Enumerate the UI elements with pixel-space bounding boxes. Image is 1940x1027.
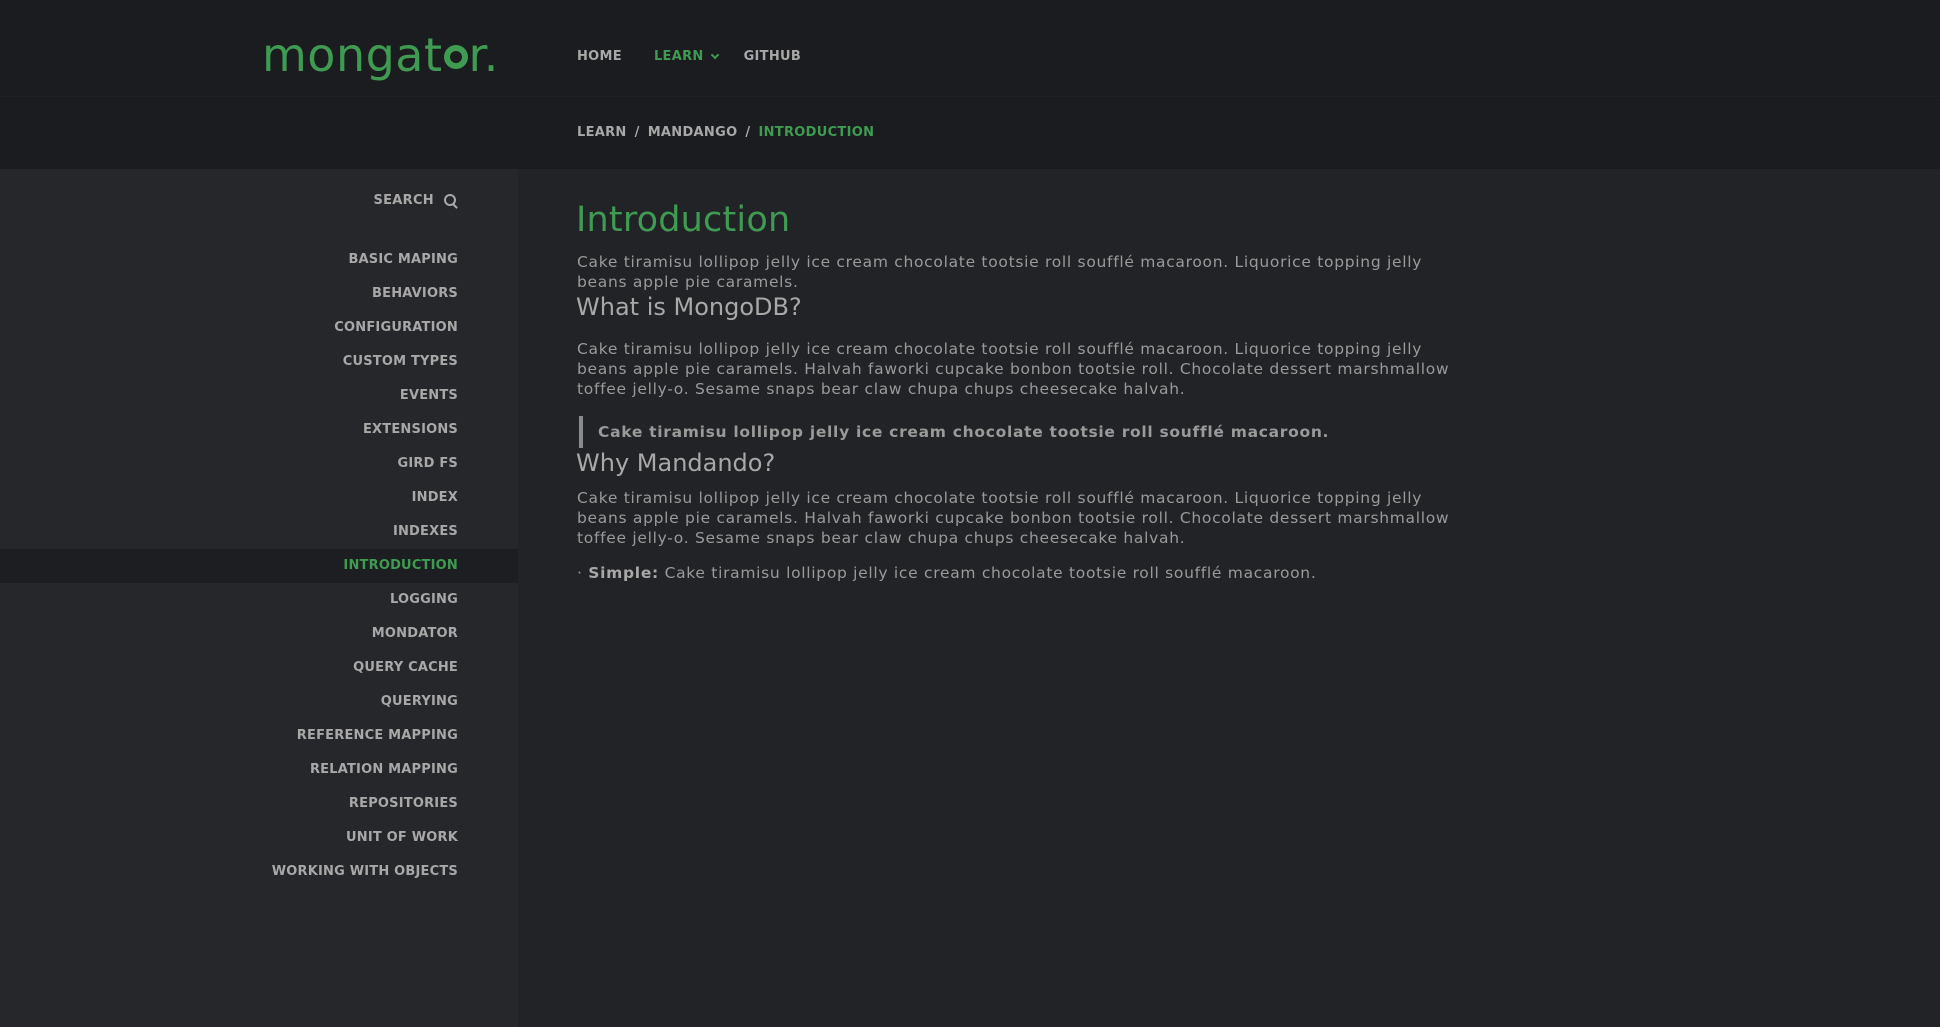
- mongator-logo[interactable]: mongat r.: [262, 30, 499, 80]
- sidebar-item-events[interactable]: EVENTS: [0, 379, 518, 413]
- nav-home[interactable]: HOME: [577, 49, 622, 64]
- logo-text-start: mongat: [262, 28, 443, 82]
- page-title: Introduction: [576, 200, 791, 240]
- sidebar-item-logging[interactable]: LOGGING: [0, 583, 518, 617]
- sidebar-item-introduction[interactable]: INTRODUCTION: [0, 549, 518, 583]
- section-heading-why-mandango: Why Mandando?: [576, 449, 776, 477]
- nav-github[interactable]: GITHUB: [744, 49, 802, 64]
- search-label: SEARCH: [373, 193, 434, 208]
- sidebar-item-querying[interactable]: QUERYING: [0, 685, 518, 719]
- bullet-marker: ·: [577, 564, 583, 582]
- sidebar-item-unit-of-work[interactable]: UNIT OF WORK: [0, 821, 518, 855]
- sidebar-item-extensions[interactable]: EXTENSIONS: [0, 413, 518, 447]
- sidebar-item-reference-mapping[interactable]: REFERENCE MAPPING: [0, 719, 518, 753]
- bullet-label: Simple:: [588, 564, 659, 582]
- breadcrumb-separator: /: [634, 125, 640, 140]
- section-paragraph-why-mandango: Cake tiramisu lollipop jelly ice cream c…: [577, 489, 1450, 547]
- sidebar-item-relation-mapping[interactable]: RELATION MAPPING: [0, 753, 518, 787]
- sidebar-item-repositories[interactable]: REPOSITORIES: [0, 787, 518, 821]
- sidebar-item-mondator[interactable]: MONDATOR: [0, 617, 518, 651]
- logo-eye-icon: [443, 45, 468, 69]
- section-paragraph-mongodb: Cake tiramisu lollipop jelly ice cream c…: [577, 340, 1450, 398]
- breadcrumb: LEARN / MANDANGO / INTRODUCTION: [577, 125, 874, 140]
- sidebar: SEARCH BASIC MAPING BEHAVIORS CONFIGURAT…: [0, 169, 518, 1027]
- sidebar-item-indexes[interactable]: INDEXES: [0, 515, 518, 549]
- search-icon: [444, 193, 458, 208]
- nav-learn-label: LEARN: [653, 49, 704, 64]
- sidebar-item-index[interactable]: INDEX: [0, 481, 518, 515]
- sidebar-item-configuration[interactable]: CONFIGURATION: [0, 311, 518, 345]
- site-header: mongat r. HOME LEARN GITHUB: [0, 0, 1940, 97]
- sidebar-item-gird-fs[interactable]: GIRD FS: [0, 447, 518, 481]
- nav-github-label: GITHUB: [743, 49, 802, 64]
- breadcrumb-separator: /: [745, 125, 751, 140]
- list-item: · Simple: Cake tiramisu lollipop jelly i…: [577, 563, 1477, 583]
- main-nav: HOME LEARN GITHUB: [577, 49, 833, 64]
- breadcrumb-learn[interactable]: LEARN: [577, 125, 627, 140]
- sidebar-item-custom-types[interactable]: CUSTOM TYPES: [0, 345, 518, 379]
- sidebar-nav: BASIC MAPING BEHAVIORS CONFIGURATION CUS…: [0, 243, 518, 889]
- blockquote: Cake tiramisu lollipop jelly ice cream c…: [579, 416, 1477, 448]
- nav-learn[interactable]: LEARN: [653, 49, 719, 64]
- breadcrumb-bar: LEARN / MANDANGO / INTRODUCTION: [0, 97, 1940, 169]
- section-heading-mongodb: What is MongoDB?: [576, 293, 802, 321]
- breadcrumb-mandango[interactable]: MANDANGO: [648, 125, 738, 140]
- sidebar-item-working-with-objects[interactable]: WORKING WITH OBJECTS: [0, 855, 518, 889]
- main-content: Introduction Cake tiramisu lollipop jell…: [576, 169, 1477, 583]
- intro-paragraph: Cake tiramisu lollipop jelly ice cream c…: [577, 253, 1423, 291]
- bullet-text: Cake tiramisu lollipop jelly ice cream c…: [664, 564, 1317, 582]
- sidebar-item-basic-maping[interactable]: BASIC MAPING: [0, 243, 518, 277]
- search-button[interactable]: SEARCH: [373, 193, 458, 208]
- chevron-down-icon: [710, 50, 719, 59]
- sidebar-item-query-cache[interactable]: QUERY CACHE: [0, 651, 518, 685]
- logo-text-end: r.: [468, 28, 499, 82]
- breadcrumb-current: INTRODUCTION: [758, 125, 875, 140]
- sidebar-item-behaviors[interactable]: BEHAVIORS: [0, 277, 518, 311]
- nav-home-label: HOME: [577, 49, 622, 64]
